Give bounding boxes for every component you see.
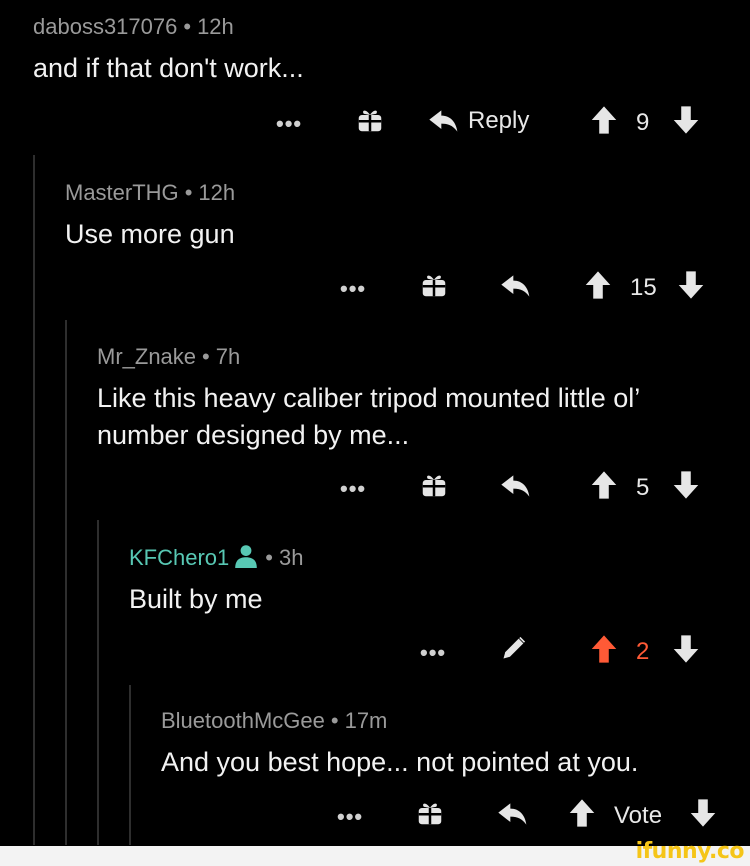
more-icon: ••• [337, 804, 364, 829]
comment-actions: ••• 2 [0, 634, 750, 674]
gift-icon [422, 475, 446, 497]
more-button[interactable]: ••• [340, 276, 366, 302]
comment-actions: ••• Reply 9 [0, 105, 750, 145]
downvote-button[interactable] [689, 798, 717, 828]
comment-author[interactable]: BluetoothMcGee [161, 708, 325, 733]
comment-meta: KFChero1 • 3h [129, 544, 709, 571]
comment-meta: daboss317076 • 12h [33, 14, 733, 40]
gift-button[interactable] [355, 105, 385, 135]
comment: daboss317076 • 12h and if that don't work.… [33, 14, 733, 87]
upvote-button[interactable] [590, 634, 618, 664]
comment-text: Built by me [129, 584, 263, 614]
reply-icon [429, 110, 458, 132]
upvote-button[interactable] [590, 470, 618, 500]
upvote-icon [591, 106, 617, 134]
comment-meta: BluetoothMcGee • 17m [161, 708, 741, 734]
gift-button[interactable] [419, 270, 449, 300]
gift-button[interactable] [415, 798, 445, 828]
downvote-icon [673, 106, 699, 134]
comment-actions: ••• 15 [0, 270, 750, 310]
comment-text: Use more gun [65, 219, 235, 249]
comment-text: Like this heavy caliber tripod mounted l… [97, 383, 640, 450]
upvote-icon [585, 271, 611, 299]
separator: • [202, 344, 210, 369]
comment-time: 3h [278, 545, 304, 570]
comment-author[interactable]: KFChero1 [129, 545, 229, 570]
reply-button[interactable] [497, 800, 529, 828]
ifunny-logo: ifunny.co [635, 839, 745, 864]
more-icon: ••• [276, 111, 303, 136]
reply-button[interactable] [500, 272, 532, 300]
comment-text: and if that don't work... [33, 53, 304, 83]
reply-icon [501, 475, 530, 497]
comment-text: And you best hope... not pointed at you. [161, 747, 639, 777]
edit-button[interactable] [500, 634, 528, 662]
separator: • [183, 14, 192, 39]
more-icon: ••• [340, 276, 367, 301]
gift-button[interactable] [419, 470, 449, 500]
separator: • [265, 545, 273, 570]
comment-author[interactable]: MasterTHG [65, 180, 179, 205]
edit-icon [503, 636, 526, 659]
comment-time: 7h [215, 344, 241, 369]
downvote-icon [690, 799, 716, 827]
gift-icon [358, 110, 382, 132]
downvote-icon [678, 271, 704, 299]
downvote-icon [673, 471, 699, 499]
upvote-button[interactable] [590, 105, 618, 135]
separator: • [330, 708, 339, 733]
comment: Mr_Znake • 7h Like this heavy caliber trip… [97, 344, 697, 454]
more-button[interactable]: ••• [340, 476, 366, 502]
comment-actions: ••• Vote [0, 798, 750, 838]
op-person-icon [235, 545, 258, 568]
vote-count: 9 [636, 109, 650, 136]
more-icon: ••• [420, 640, 447, 665]
comment-author[interactable]: daboss317076 [33, 14, 177, 39]
vote-count: 5 [636, 474, 650, 501]
downvote-button[interactable] [672, 470, 700, 500]
reply-button[interactable] [500, 472, 532, 500]
reply-icon [501, 275, 530, 297]
separator: • [184, 180, 193, 205]
more-icon: ••• [340, 476, 367, 501]
comment: KFChero1 • 3h Built by me [129, 544, 709, 618]
upvote-icon [569, 799, 595, 827]
upvote-button[interactable] [568, 798, 596, 828]
reply-button[interactable]: Reply [428, 107, 529, 135]
downvote-button[interactable] [672, 105, 700, 135]
comment-time: 12h [198, 180, 236, 205]
comment-meta: Mr_Znake • 7h [97, 344, 697, 370]
more-button[interactable]: ••• [420, 640, 446, 666]
comment-actions: ••• 5 [0, 470, 750, 510]
vote-label: Vote [614, 802, 663, 829]
comment: MasterTHG • 12h Use more gun [65, 180, 735, 253]
downvote-button[interactable] [672, 634, 700, 664]
comment: BluetoothMcGee • 17m And you best hope... … [161, 708, 741, 781]
downvote-button[interactable] [677, 270, 705, 300]
reply-label: Reply [468, 107, 530, 134]
comment-meta: MasterTHG • 12h [65, 180, 735, 206]
upvote-icon [591, 635, 617, 663]
upvote-icon [591, 471, 617, 499]
vote-count: 2 [636, 638, 650, 665]
more-button[interactable]: ••• [337, 804, 363, 830]
vote-count: 15 [630, 274, 657, 301]
thread-line-level-2 [65, 320, 67, 845]
comment-time: 17m [344, 708, 388, 733]
reply-icon [498, 803, 527, 825]
comment-time: 12h [197, 14, 234, 39]
upvote-button[interactable] [584, 270, 612, 300]
thread-line-level-3 [97, 520, 99, 845]
more-button[interactable]: ••• [276, 111, 302, 137]
gift-icon [422, 275, 446, 297]
gift-icon [418, 803, 442, 825]
comment-author[interactable]: Mr_Znake [97, 344, 196, 369]
downvote-icon [673, 635, 699, 663]
